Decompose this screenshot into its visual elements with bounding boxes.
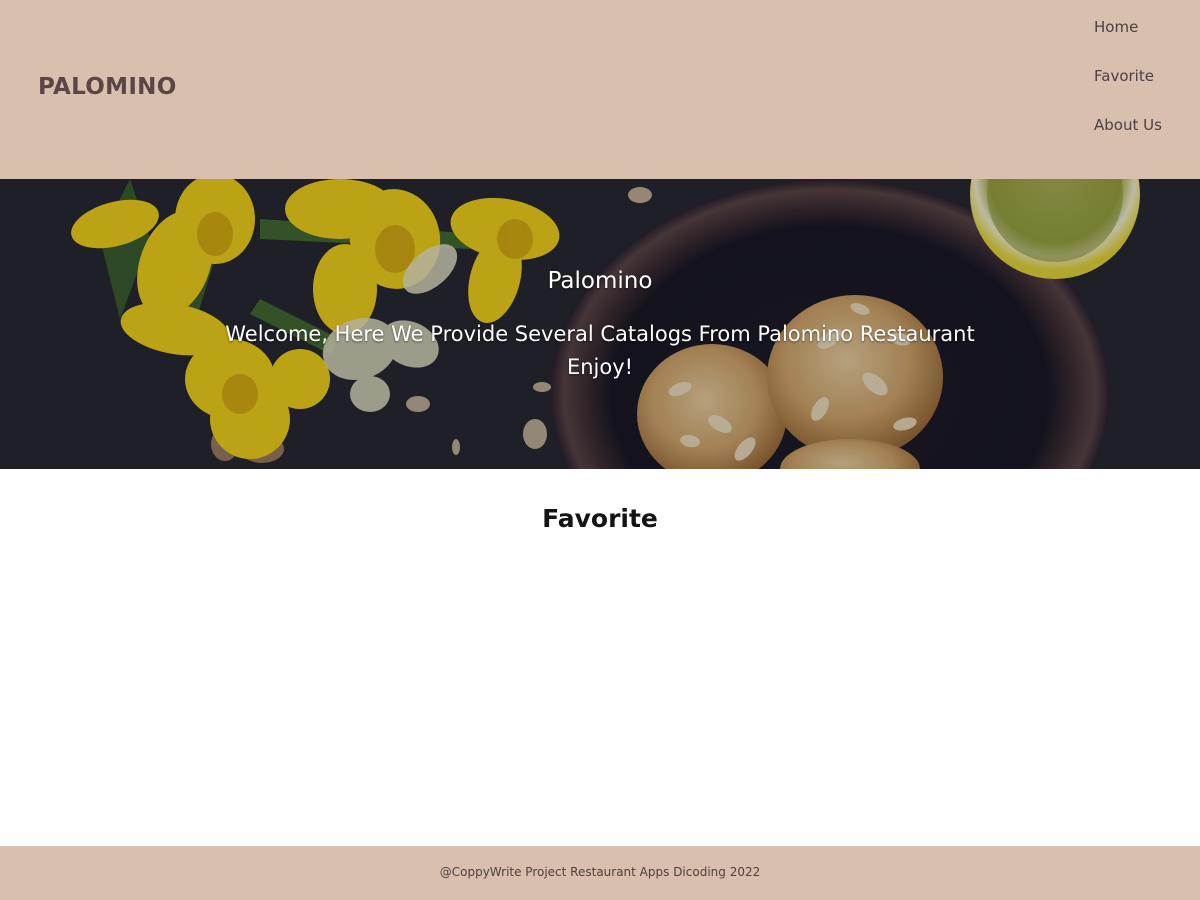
hero-subtitle: Welcome, Here We Provide Several Catalog… bbox=[225, 322, 975, 379]
section-title: Favorite bbox=[542, 504, 658, 533]
nav-favorite-link[interactable]: Favorite bbox=[1094, 67, 1154, 85]
brand-logo[interactable]: PALOMINO bbox=[38, 74, 177, 100]
main-nav: Home Favorite About Us bbox=[1040, 0, 1200, 179]
hero-banner: Palomino Welcome, Here We Provide Severa… bbox=[0, 179, 1200, 469]
app-header: PALOMINO Home Favorite About Us bbox=[0, 0, 1200, 179]
hero-title: Palomino bbox=[547, 268, 653, 294]
nav-home-link[interactable]: Home bbox=[1094, 18, 1138, 36]
nav-about-us-link[interactable]: About Us bbox=[1094, 116, 1162, 134]
app-footer: @CoppyWrite Project Restaurant Apps Dico… bbox=[0, 846, 1200, 900]
footer-copyright: @CoppyWrite Project Restaurant Apps Dico… bbox=[439, 865, 761, 879]
